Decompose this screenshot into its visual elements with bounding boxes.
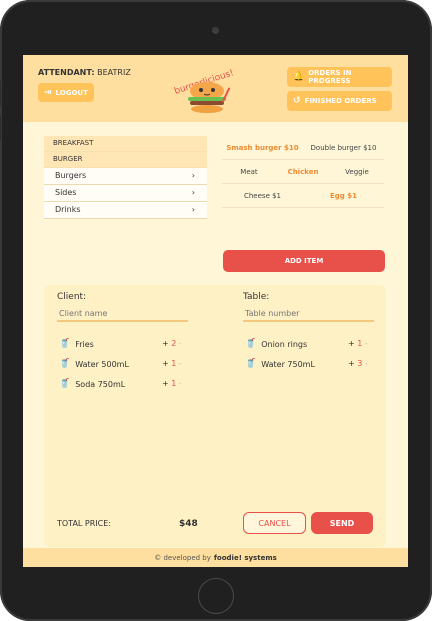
category-menu: BREAKFAST BURGER Burgers › Sides › Drink… [44, 136, 207, 219]
side-button-mid [0, 115, 1, 141]
quantity-value: 1 [171, 379, 177, 388]
quantity-stepper: + 2 - [162, 339, 182, 348]
footer-brand: foodie! systems [213, 553, 277, 562]
attendant-name: BEATRIZ [97, 68, 131, 77]
logout-label: LOGOUT [55, 88, 88, 97]
option-cheese[interactable]: Cheese $1 [222, 192, 303, 200]
cancel-button[interactable]: CANCEL [243, 512, 306, 534]
orders-in-progress-label: ORDERS IN PROGRESS [308, 69, 352, 85]
client-name-input[interactable] [57, 306, 188, 322]
increment-button[interactable]: + [162, 379, 169, 388]
item-options: Smash burger $10 Double burger $10 Meat … [222, 136, 384, 208]
chevron-right-icon: › [191, 171, 195, 180]
add-item-button[interactable]: ADD ITEM [223, 250, 385, 272]
history-icon: ↺ [293, 96, 301, 106]
home-button[interactable] [198, 578, 234, 614]
table-number-input[interactable] [243, 306, 374, 322]
total-price-value: $48 [179, 519, 198, 529]
order-item: 🥤 Soda 750mL [59, 378, 125, 390]
finished-orders-label: FINISHED ORDERS [304, 97, 377, 105]
quantity-value: 1 [171, 359, 177, 368]
extra-options-row: Cheese $1 Egg $1 [222, 184, 384, 208]
cup-icon: 🥤 [245, 359, 257, 369]
order-item: 🥤 Onion rings [245, 338, 307, 350]
quantity-value: 1 [357, 339, 363, 348]
orders-in-progress-button[interactable]: 🔔 ORDERS IN PROGRESS [287, 67, 392, 87]
category-burger[interactable]: BURGER [44, 152, 207, 168]
increment-button[interactable]: + [348, 359, 355, 368]
quantity-stepper: + 3 - [348, 359, 368, 368]
header: ATTENDANT: BEATRIZ ⇥ LOGOUT burgerliciou… [23, 55, 408, 122]
quantity-value: 2 [171, 339, 177, 348]
bell-icon: 🔔 [293, 72, 305, 82]
tablet-frame: ATTENDANT: BEATRIZ ⇥ LOGOUT burgerliciou… [0, 0, 432, 621]
order-item-name: Water 750mL [261, 359, 315, 369]
decrement-button[interactable]: - [179, 339, 182, 348]
table-label: Table: [243, 292, 270, 302]
footer-prefix: © developed by [154, 553, 211, 562]
quantity-value: 3 [357, 359, 363, 368]
decrement-button[interactable]: - [365, 339, 368, 348]
option-smash-burger[interactable]: Smash burger $10 [222, 144, 303, 152]
app-screen: ATTENDANT: BEATRIZ ⇥ LOGOUT burgerliciou… [23, 55, 408, 567]
total-price-label: TOTAL PRICE: [57, 519, 111, 528]
subcategory-drinks[interactable]: Drinks › [44, 202, 207, 219]
cup-icon: 🥤 [245, 339, 257, 349]
increment-button[interactable]: + [348, 339, 355, 348]
logout-icon: ⇥ [44, 87, 52, 98]
category-breakfast[interactable]: BREAKFAST [44, 136, 207, 152]
order-item-name: Fries [75, 339, 94, 349]
quantity-stepper: + 1 - [348, 339, 368, 348]
logo: burgerlicious! [173, 68, 235, 113]
quantity-stepper: + 1 - [162, 359, 182, 368]
option-double-burger[interactable]: Double burger $10 [303, 144, 384, 152]
attendant-label: ATTENDANT: [38, 68, 95, 77]
finished-orders-button[interactable]: ↺ FINISHED ORDERS [287, 91, 392, 111]
order-item: 🥤 Water 750mL [245, 358, 315, 370]
chevron-right-icon: › [191, 188, 195, 197]
subcategory-sides[interactable]: Sides › [44, 185, 207, 202]
cup-icon: 🥤 [59, 379, 71, 389]
quantity-stepper: + 1 - [162, 379, 182, 388]
attendant-info: ATTENDANT: BEATRIZ [38, 68, 131, 77]
subcategory-burgers[interactable]: Burgers › [44, 168, 207, 185]
option-meat[interactable]: Meat [222, 168, 276, 176]
order-item: 🥤 Fries [59, 338, 94, 350]
camera-icon [212, 27, 219, 34]
order-panel: Client: Table: 🥤 Fries + 2 - 🥤 Water 500… [44, 285, 386, 547]
decrement-button[interactable]: - [179, 379, 182, 388]
subcategory-label: Drinks [55, 205, 81, 214]
increment-button[interactable]: + [162, 339, 169, 348]
cup-icon: 🥤 [59, 359, 71, 369]
cup-icon: 🥤 [59, 339, 71, 349]
order-item: 🥤 Water 500mL [59, 358, 129, 370]
protein-options-row: Meat Chicken Veggie [222, 160, 384, 184]
decrement-button[interactable]: - [365, 359, 368, 368]
subcategory-label: Sides [55, 188, 77, 197]
option-egg[interactable]: Egg $1 [303, 192, 384, 200]
order-item-name: Water 500mL [75, 359, 129, 369]
order-item-name: Soda 750mL [75, 379, 126, 389]
burger-options-row: Smash burger $10 Double burger $10 [222, 136, 384, 160]
option-veggie[interactable]: Veggie [330, 168, 384, 176]
increment-button[interactable]: + [162, 359, 169, 368]
logout-button[interactable]: ⇥ LOGOUT [38, 83, 94, 102]
subcategory-label: Burgers [55, 171, 87, 180]
footer: © developed by foodie! systems [23, 548, 408, 567]
option-chicken[interactable]: Chicken [276, 168, 330, 176]
decrement-button[interactable]: - [179, 359, 182, 368]
chevron-right-icon: › [191, 205, 195, 214]
side-button-top [0, 80, 1, 106]
order-item-name: Onion rings [261, 339, 308, 349]
send-button[interactable]: SEND [311, 512, 373, 534]
client-label: Client: [57, 292, 87, 302]
